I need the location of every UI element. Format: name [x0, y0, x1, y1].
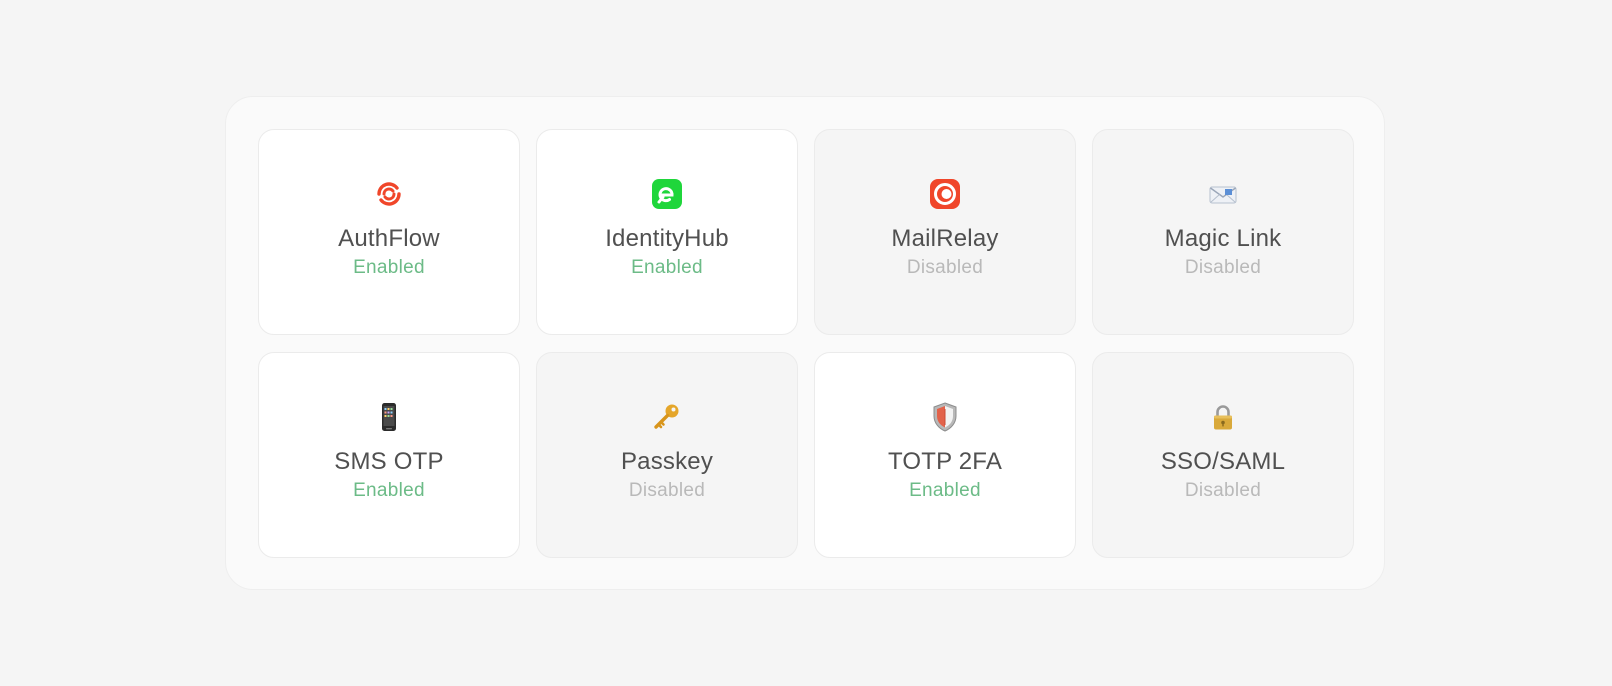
mobile-phone-icon — [373, 401, 405, 433]
integration-card-passkey[interactable]: Passkey Disabled — [536, 352, 798, 558]
integration-name: AuthFlow — [338, 225, 440, 252]
mailrelay-logo-icon — [929, 178, 961, 210]
lock-icon — [1207, 401, 1239, 433]
integration-name: MailRelay — [891, 225, 999, 252]
status-label: Enabled — [353, 480, 425, 501]
status-label: Enabled — [909, 480, 981, 501]
identityhub-logo-icon — [651, 178, 683, 210]
status-label: Disabled — [628, 480, 706, 501]
integration-name: Magic Link — [1164, 225, 1282, 252]
authflow-logo-icon — [373, 178, 405, 210]
integration-name: Passkey — [620, 448, 714, 475]
integration-name: SMS OTP — [334, 448, 444, 475]
integration-card-mailrelay[interactable]: MailRelay Disabled — [814, 129, 1076, 335]
integration-name: TOTP 2FA — [887, 448, 1003, 475]
integrations-panel: AuthFlow Enabled IdentityHub Enabled Mai… — [225, 96, 1385, 590]
status-label: Enabled — [631, 257, 703, 278]
status-label: Disabled — [1184, 257, 1262, 278]
integration-name: IdentityHub — [605, 225, 729, 252]
key-icon — [651, 401, 683, 433]
integration-card-sms-otp[interactable]: SMS OTP Enabled — [258, 352, 520, 558]
envelope-icon — [1207, 178, 1239, 210]
integration-card-identityhub[interactable]: IdentityHub Enabled — [536, 129, 798, 335]
shield-icon — [929, 401, 961, 433]
integrations-grid: AuthFlow Enabled IdentityHub Enabled Mai… — [258, 129, 1354, 558]
integration-card-authflow[interactable]: AuthFlow Enabled — [258, 129, 520, 335]
status-label: Enabled — [353, 257, 425, 278]
integration-card-magic-link[interactable]: Magic Link Disabled — [1092, 129, 1354, 335]
integration-card-totp-2fa[interactable]: TOTP 2FA Enabled — [814, 352, 1076, 558]
status-label: Disabled — [1184, 480, 1262, 501]
status-label: Disabled — [906, 257, 984, 278]
integration-name: SSO/SAML — [1160, 448, 1286, 475]
integration-card-sso-saml[interactable]: SSO/SAML Disabled — [1092, 352, 1354, 558]
